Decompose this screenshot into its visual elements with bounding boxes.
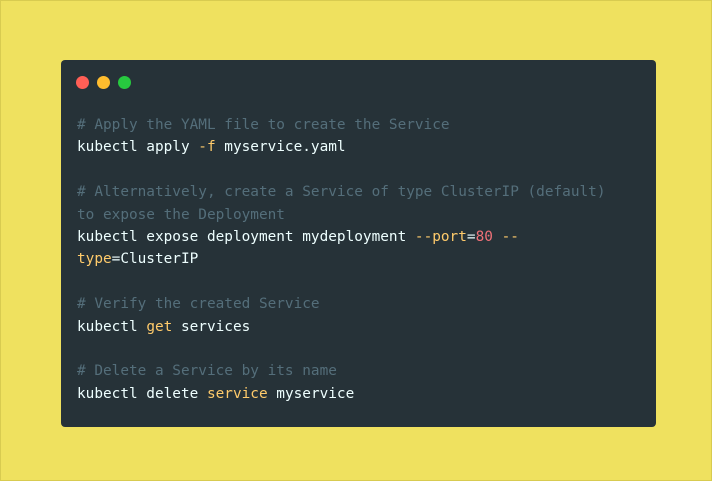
comment-token: # Delete a Service by its name (77, 363, 337, 380)
text-token: myservice.yaml (215, 139, 346, 156)
text-token: kubectl apply (77, 139, 199, 156)
code-command-line: kubectl apply -f myservice.yaml (77, 136, 644, 158)
keyword-token: --port (414, 228, 467, 245)
comment-token: # Apply the YAML file to create the Serv… (77, 117, 450, 133)
code-command-line: kubectl get services (77, 316, 644, 338)
minimize-dot-icon[interactable] (97, 76, 110, 89)
code-block: # Apply the YAML file to create the Serv… (77, 114, 644, 405)
code-command-line: kubectl expose deployment mydeployment -… (77, 226, 644, 248)
number-token: 80 (475, 228, 493, 245)
keyword-token: -f (198, 139, 216, 156)
text-token: kubectl expose deployment mydeployment (77, 228, 415, 245)
keyword-token: type (77, 251, 112, 268)
text-token: = (466, 228, 476, 245)
code-comment-line: to expose the Deployment (77, 204, 644, 226)
text-token: kubectl delete (77, 385, 207, 402)
maximize-dot-icon[interactable] (118, 76, 131, 89)
code-comment-line: # Alternatively, create a Service of typ… (77, 181, 644, 203)
comment-token: to expose the Deployment (77, 206, 285, 223)
text-token: kubectl (77, 318, 147, 335)
code-command-line: kubectl delete service myservice (77, 383, 644, 405)
close-dot-icon[interactable] (76, 76, 89, 89)
text-token: services (172, 318, 251, 335)
text-token: myservice (267, 385, 355, 402)
code-comment-line: # Delete a Service by its name (77, 360, 644, 382)
keyword-token: -- (501, 228, 519, 245)
comment-token: # Alternatively, create a Service of typ… (77, 184, 606, 201)
text-token: =ClusterIP (111, 251, 199, 268)
code-comment-line: # Apply the YAML file to create the Serv… (77, 114, 644, 136)
code-window: # Apply the YAML file to create the Serv… (61, 60, 656, 427)
code-command-line: type=ClusterIP (77, 248, 644, 270)
window-controls (76, 76, 131, 89)
code-comment-line: # Verify the created Service (77, 293, 644, 315)
keyword-token: get (146, 318, 173, 335)
keyword-token: service (206, 385, 268, 402)
comment-token: # Verify the created Service (77, 296, 320, 313)
